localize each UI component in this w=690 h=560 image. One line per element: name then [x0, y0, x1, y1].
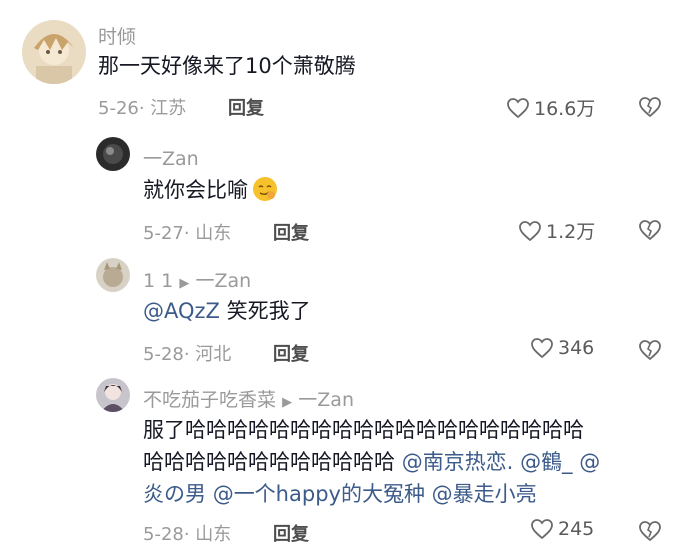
comment-author-name[interactable]: 1 1 — [143, 270, 173, 292]
heart-icon — [507, 97, 529, 118]
like-button[interactable]: 346 — [530, 337, 594, 359]
comment-author[interactable]: 时倾 — [98, 22, 136, 49]
reply-arrow-icon: ▶ — [278, 395, 297, 410]
comment-text-line: 服了哈哈哈哈哈哈哈哈哈哈哈哈哈哈哈哈哈哈哈 — [143, 418, 584, 442]
comment-text: 服了哈哈哈哈哈哈哈哈哈哈哈哈哈哈哈哈哈哈哈 哈哈哈哈哈哈哈哈哈哈哈哈 @南京热恋… — [143, 414, 600, 510]
avatar[interactable] — [96, 378, 130, 412]
mention-link[interactable]: @一个happy的大冤种 — [213, 482, 425, 506]
broken-heart-icon — [639, 220, 661, 241]
broken-heart-icon — [639, 340, 661, 361]
dislike-button[interactable] — [638, 96, 662, 118]
heart-icon — [531, 338, 553, 359]
dislike-button[interactable] — [638, 339, 662, 361]
comment-text-body: 哈哈哈哈哈哈哈哈哈哈哈哈 — [143, 450, 395, 474]
mention-link[interactable]: @南京热恋. — [402, 450, 514, 474]
comment-author: 1 1 ▶ 一Zan — [143, 266, 251, 293]
smirk-face-emoji-icon — [252, 176, 278, 211]
like-count: 346 — [558, 337, 595, 359]
comment-text-line: 哈哈哈哈哈哈哈哈哈哈哈哈 @南京热恋. @鶴_ @ — [143, 446, 600, 478]
comment-date-location: 5-26· 江苏 — [98, 98, 187, 119]
comment-text-body: 笑死我了 — [219, 299, 311, 323]
reply-button[interactable]: 回复 — [273, 219, 309, 245]
avatar[interactable] — [96, 258, 130, 292]
reply-to-name[interactable]: 一Zan — [195, 270, 251, 292]
comment-text: @AQzZ 笑死我了 — [143, 295, 311, 327]
comment-text: 那一天好像来了10个萧敬腾 — [98, 54, 356, 78]
avatar[interactable] — [96, 137, 130, 171]
comment-text-line: 炎の男 @一个happy的大冤种 @暴走小亮 — [143, 478, 600, 510]
reply-arrow-icon: ▶ — [175, 276, 194, 291]
broken-heart-icon — [639, 97, 661, 118]
mention-link[interactable]: @鶴_ — [520, 450, 573, 474]
like-button[interactable]: 1.2万 — [518, 217, 595, 244]
like-count: 1.2万 — [546, 221, 596, 243]
heart-icon — [519, 220, 541, 241]
like-count: 245 — [558, 518, 595, 540]
avatar[interactable] — [22, 20, 86, 84]
reply-button[interactable]: 回复 — [228, 94, 264, 120]
heart-icon — [531, 519, 553, 540]
comment-date-location: 5-27· 山东 — [143, 223, 232, 244]
comment-date-location: 5-28· 河北 — [143, 344, 232, 365]
dislike-button[interactable] — [638, 219, 662, 241]
comment-author[interactable]: 一Zan — [143, 144, 199, 171]
reply-button[interactable]: 回复 — [273, 520, 309, 546]
reply-to-name[interactable]: 一Zan — [298, 389, 354, 411]
reply-button[interactable]: 回复 — [273, 340, 309, 366]
mention-link[interactable]: 炎の男 — [143, 482, 206, 506]
comment-text-body: 就你会比喻 — [143, 178, 248, 202]
mention-link[interactable]: @暴走小亮 — [432, 482, 537, 506]
comment-date-location: 5-28· 山东 — [143, 524, 232, 545]
mention-link-cont[interactable]: @ — [573, 450, 600, 474]
comment-author-name[interactable]: 不吃茄子吃香菜 — [143, 389, 276, 411]
comment-author: 不吃茄子吃香菜 ▶ 一Zan — [143, 385, 354, 412]
broken-heart-icon — [639, 521, 661, 542]
like-button[interactable]: 16.6万 — [506, 94, 595, 121]
like-button[interactable]: 245 — [530, 518, 594, 540]
mention-link[interactable]: @AQzZ — [143, 299, 220, 323]
comment-text: 就你会比喻 — [143, 174, 278, 211]
like-count: 16.6万 — [534, 98, 596, 120]
dislike-button[interactable] — [638, 520, 662, 542]
